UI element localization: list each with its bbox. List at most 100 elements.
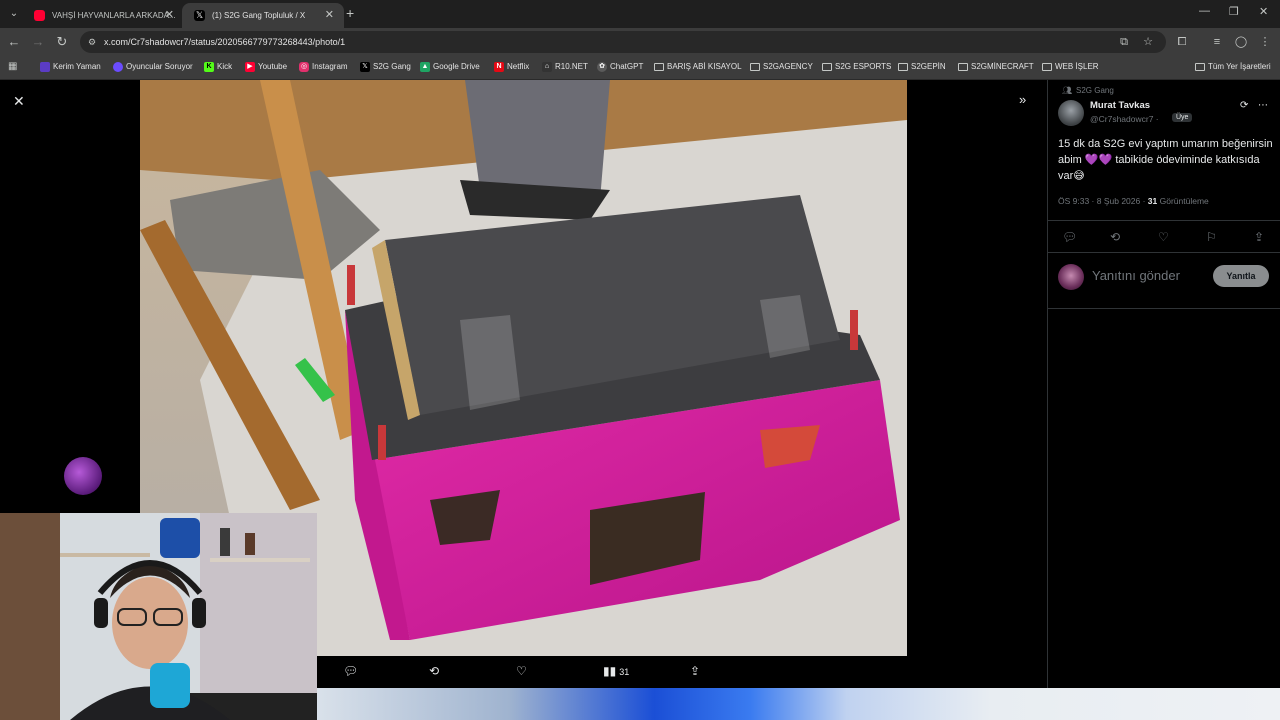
- community-name[interactable]: S2G Gang: [1076, 86, 1114, 95]
- author-handle[interactable]: @Cr7shadowcr7 ·: [1090, 114, 1159, 124]
- bookmark-label: S2G ESPORTS: [835, 62, 892, 71]
- bookmark-oyuncular-soruyor[interactable]: Oyuncular Soruyor: [113, 56, 193, 78]
- bookmark-label: Instagram: [312, 62, 348, 71]
- install-app-icon[interactable]: ⧉: [1116, 34, 1132, 50]
- menu-icon[interactable]: ⋮: [1257, 34, 1273, 50]
- back-icon[interactable]: ←: [6, 34, 22, 50]
- site-info-icon[interactable]: ⚙: [88, 36, 100, 48]
- drive-icon: ▲: [420, 62, 430, 72]
- tab-close-icon[interactable]: ✕: [325, 3, 334, 28]
- bookmark-folder-s2g-esports[interactable]: S2G ESPORTS: [822, 56, 891, 78]
- bookmark-icon[interactable]: ⚐: [1206, 230, 1217, 244]
- current-user-avatar: [1058, 264, 1084, 290]
- bookmark-chatgpt[interactable]: ✿ ChatGPT: [597, 56, 643, 78]
- address-bar[interactable]: ⚙ x.com/Cr7shadowcr7/status/202056677977…: [80, 31, 1166, 53]
- bookmark-netflix[interactable]: N Netflix: [494, 56, 529, 78]
- divider: [1048, 308, 1280, 309]
- more-options-icon[interactable]: ⋯: [1258, 100, 1268, 111]
- tweet-time[interactable]: ÖS 9:33 · 8 Şub 2026 ·: [1058, 196, 1148, 206]
- photo-action-bar: 💬︎ ⟲ ♡ ▮▮ 31 ⇪: [317, 656, 1047, 688]
- bookmark-folder-s2gminecraft[interactable]: S2GMİNECRAFT: [958, 56, 1034, 78]
- folder-icon: [750, 63, 760, 71]
- instagram-icon: ◎: [299, 62, 309, 72]
- share-icon[interactable]: ⇪: [690, 664, 700, 678]
- tab-youtube[interactable]: VAHŞİ HAYVANLARLA ARKADA... ✕: [22, 3, 184, 28]
- r10-icon: ⌂: [542, 62, 552, 72]
- folder-icon: [958, 63, 968, 71]
- chatgpt-icon: ✿: [597, 62, 607, 72]
- like-icon[interactable]: ♡: [1158, 230, 1169, 244]
- bookmark-kick[interactable]: K Kick: [204, 56, 232, 78]
- repost-icon[interactable]: ⟲: [1110, 230, 1120, 244]
- like-icon[interactable]: ♡: [516, 664, 527, 678]
- bookmark-r10[interactable]: ⌂ R10.NET: [542, 56, 588, 78]
- bookmarks-bar: ▦ Kerim Yaman Oyuncular Soruyor K Kick ▶ Y…: [0, 56, 1280, 80]
- minimize-icon[interactable]: —: [1199, 5, 1210, 17]
- bookmark-label: Kerim Yaman: [53, 62, 101, 71]
- tweet-meta: ÖS 9:33 · 8 Şub 2026 · 31 Görüntüleme: [1058, 196, 1209, 206]
- url-text: x.com/Cr7shadowcr7/status/20205667797732…: [104, 37, 346, 47]
- bookmark-folder-baris[interactable]: BARIŞ ABİ KISAYOL: [654, 56, 742, 78]
- bookmark-kerim-yaman[interactable]: Kerim Yaman: [40, 56, 101, 78]
- bookmark-instagram[interactable]: ◎ Instagram: [299, 56, 348, 78]
- share-icon[interactable]: ⇪: [1254, 230, 1264, 244]
- reply-input[interactable]: Yanıtını gönder: [1092, 268, 1180, 283]
- tab-x-community[interactable]: 𝕏 (1) S2G Gang Topluluk / X ✕: [182, 3, 344, 28]
- reply-button[interactable]: Yanıtla: [1213, 265, 1269, 287]
- streamer-webcam-feed: [0, 513, 317, 720]
- bookmark-label: S2GEPİN: [911, 62, 946, 71]
- bookmark-label: R10.NET: [555, 62, 588, 71]
- circle-icon: [113, 62, 123, 72]
- youtube-favicon-icon: [34, 10, 45, 21]
- bookmark-label: S2GMİNECRAFT: [971, 62, 1034, 71]
- bookmark-s2g-gang[interactable]: 𝕏 S2G Gang: [360, 56, 411, 78]
- netflix-icon: N: [494, 62, 504, 72]
- bookmark-label: S2GAGENCY: [763, 62, 813, 71]
- tweet-sidebar: 👥︎ S2G Gang Murat Tavkas @Cr7shadowcr7 ·…: [1047, 80, 1280, 688]
- bookmark-google-drive[interactable]: ▲ Google Drive: [420, 56, 480, 78]
- grok-icon[interactable]: ⟳: [1240, 100, 1248, 111]
- folder-icon: [822, 63, 832, 71]
- views-button[interactable]: ▮▮ 31: [603, 664, 629, 678]
- media-controls-icon[interactable]: ≡: [1209, 34, 1225, 50]
- tab-close-icon[interactable]: ✕: [165, 3, 174, 28]
- bookmark-label: BARIŞ ABİ KISAYOL: [667, 62, 742, 71]
- reply-icon[interactable]: 💬︎: [343, 664, 358, 678]
- community-icon: 👥︎: [1062, 86, 1073, 95]
- tab-search-icon[interactable]: ⌄: [6, 6, 22, 22]
- forward-icon[interactable]: →: [30, 34, 46, 50]
- x-favicon-icon: 𝕏: [194, 10, 205, 21]
- webcam-overlay: [0, 513, 317, 720]
- new-tab-button[interactable]: +: [346, 5, 354, 21]
- expand-sidebar-icon[interactable]: »: [1019, 92, 1026, 107]
- extensions-icon[interactable]: ⧠: [1174, 34, 1190, 50]
- bookmark-folder-s2gagency[interactable]: S2GAGENCY: [750, 56, 813, 78]
- folder-icon: [898, 63, 908, 71]
- bookmark-label: Google Drive: [433, 62, 480, 71]
- repost-icon[interactable]: ⟲: [429, 664, 439, 678]
- restore-icon[interactable]: ❐: [1229, 5, 1239, 18]
- views-chart-icon: ▮▮: [603, 664, 617, 678]
- folder-icon: [1195, 63, 1205, 71]
- bookmark-star-icon[interactable]: ☆: [1140, 34, 1156, 50]
- views-number: 31: [1147, 196, 1158, 206]
- tab-label: VAHŞİ HAYVANLARLA ARKADA...: [52, 11, 176, 20]
- profile-icon[interactable]: ◯: [1233, 34, 1249, 50]
- all-bookmarks[interactable]: Tüm Yer İşaretleri: [1195, 56, 1271, 78]
- author-name[interactable]: Murat Tavkas: [1090, 100, 1150, 111]
- bookmark-folder-web-isler[interactable]: WEB İŞLER: [1042, 56, 1099, 78]
- reload-icon[interactable]: ↻: [54, 34, 70, 50]
- apps-grid-icon[interactable]: ▦: [8, 62, 18, 72]
- tab-label: (1) S2G Gang Topluluk / X: [212, 11, 306, 20]
- author-avatar[interactable]: [1058, 100, 1084, 126]
- bookmark-folder-s2gepin[interactable]: S2GEPİN: [898, 56, 946, 78]
- close-viewer-icon[interactable]: ✕: [13, 93, 25, 110]
- bookmark-label: S2G Gang: [373, 62, 411, 71]
- bookmark-label: Kick: [217, 62, 233, 71]
- window-close-icon[interactable]: ✕: [1259, 5, 1268, 18]
- bookmark-youtube[interactable]: ▶ Youtube: [245, 56, 287, 78]
- browser-tab-strip: ⌄ VAHŞİ HAYVANLARLA ARKADA... ✕ 𝕏 (1) S2…: [0, 0, 1280, 28]
- bookmark-label: Tüm Yer İşaretleri: [1208, 62, 1271, 71]
- divider: [1048, 220, 1280, 221]
- reply-icon[interactable]: 💬︎: [1062, 230, 1077, 244]
